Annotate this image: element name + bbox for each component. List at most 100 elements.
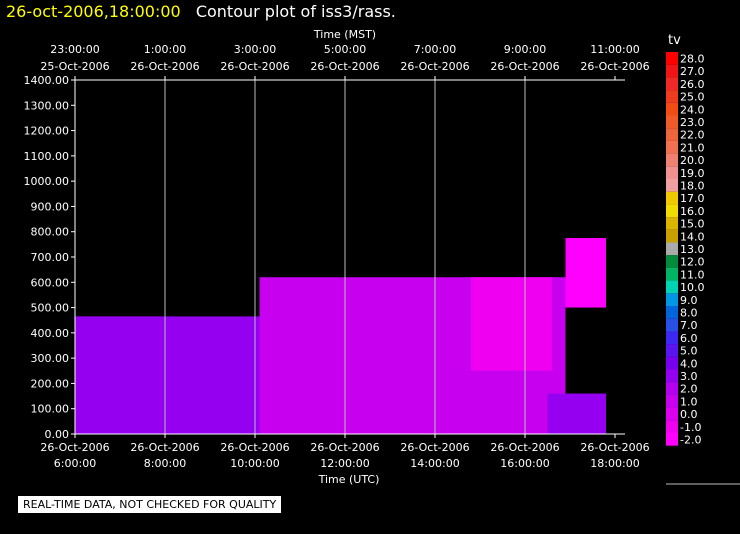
legend-swatch	[666, 242, 678, 256]
y-tick-label: 100.00	[31, 403, 70, 416]
x-bottom-tick-date: 26-Oct-2006	[220, 441, 289, 454]
legend-label: -1.0	[680, 421, 701, 434]
x-top-axis-title: Time (MST)	[313, 28, 376, 41]
legend-swatch	[666, 407, 678, 421]
legend-swatch	[666, 90, 678, 103]
x-bottom-tick-date: 26-Oct-2006	[310, 441, 379, 454]
legend-label: 4.0	[680, 357, 698, 370]
y-tick-label: 400.00	[31, 327, 70, 340]
x-top-tick-date: 26-Oct-2006	[130, 60, 199, 73]
y-tick-label: 200.00	[31, 377, 70, 390]
legend-swatch	[666, 306, 678, 319]
x-bottom-tick-time: 12:00:00	[320, 457, 369, 470]
x-bottom-axis-title: Time (UTC)	[318, 473, 380, 486]
legend-label: 27.0	[680, 65, 705, 78]
legend-label: 15.0	[680, 218, 705, 231]
y-tick-label: 500.00	[31, 302, 70, 315]
y-tick-label: 0.00	[45, 428, 70, 441]
y-tick-label: 300.00	[31, 352, 70, 365]
x-top-tick-date: 26-Oct-2006	[400, 60, 469, 73]
legend-label: 17.0	[680, 192, 705, 205]
legend-label: 12.0	[680, 256, 705, 269]
contour-region-6	[565, 238, 606, 308]
legend-swatch	[666, 331, 678, 345]
y-tick-label: 800.00	[31, 226, 70, 239]
legend-label: 2.0	[680, 383, 698, 396]
legend-label: 21.0	[680, 141, 705, 154]
legend-label: 3.0	[680, 370, 698, 383]
x-bottom-tick-time: 8:00:00	[144, 457, 186, 470]
legend-label: 7.0	[680, 319, 698, 332]
legend-label: 9.0	[680, 294, 698, 307]
legend-label: 14.0	[680, 230, 705, 243]
legend-label: 26.0	[680, 78, 705, 91]
legend-label: 24.0	[680, 103, 705, 116]
legend-label: 6.0	[680, 332, 698, 345]
legend-swatch	[666, 255, 678, 268]
x-top-tick-time: 7:00:00	[414, 43, 456, 56]
x-top-tick-date: 25-Oct-2006	[40, 60, 109, 73]
contour-region-4	[471, 277, 552, 371]
x-bottom-tick-date: 26-Oct-2006	[490, 441, 559, 454]
legend-swatch	[666, 77, 678, 91]
legend-swatch	[666, 229, 678, 243]
legend-swatch	[666, 280, 678, 294]
legend-label: 10.0	[680, 281, 705, 294]
legend-label: 0.0	[680, 408, 698, 421]
x-bottom-tick-date: 26-Oct-2006	[130, 441, 199, 454]
x-bottom-tick-time: 18:00:00	[590, 457, 639, 470]
legend-label: 25.0	[680, 91, 705, 104]
y-tick-label: 1300.00	[24, 99, 70, 112]
y-tick-label: 1100.00	[24, 150, 70, 163]
legend-swatch	[666, 318, 678, 332]
legend-swatch	[666, 140, 678, 154]
legend-swatch	[666, 293, 678, 306]
y-tick-label: 1400.00	[24, 74, 70, 87]
legend-label: 8.0	[680, 307, 698, 320]
x-bottom-tick-time: 16:00:00	[500, 457, 549, 470]
x-top-tick-time: 23:00:00	[50, 43, 99, 56]
legend-swatch	[666, 179, 678, 192]
x-top-tick-date: 26-Oct-2006	[220, 60, 289, 73]
legend-label: 11.0	[680, 268, 705, 281]
legend-swatch	[666, 369, 678, 383]
legend-swatch	[666, 344, 678, 357]
quality-note: REAL-TIME DATA, NOT CHECKED FOR QUALITY	[18, 496, 282, 513]
legend-label: 23.0	[680, 116, 705, 129]
legend-swatch	[666, 217, 678, 230]
legend-label: 22.0	[680, 129, 705, 142]
x-top-tick-date: 26-Oct-2006	[310, 60, 379, 73]
x-top-tick-time: 1:00:00	[144, 43, 186, 56]
legend-swatch	[666, 382, 678, 395]
legend-swatch	[666, 420, 678, 433]
x-top-tick-date: 26-Oct-2006	[490, 60, 559, 73]
legend-swatch	[666, 52, 678, 65]
x-bottom-tick-time: 14:00:00	[410, 457, 459, 470]
y-tick-label: 1200.00	[24, 125, 70, 138]
legend-label: 13.0	[680, 243, 705, 256]
x-top-tick-time: 11:00:00	[590, 43, 639, 56]
contour-chart: Time (MST) Time (UTC) tv 0.00 100.00 200.0…	[24, 28, 740, 486]
legend-swatch	[666, 433, 678, 446]
legend-swatch	[666, 64, 678, 78]
legend-swatch	[666, 356, 678, 370]
legend-label: 5.0	[680, 345, 698, 358]
legend-swatch	[666, 394, 678, 408]
legend-swatch	[666, 166, 678, 179]
y-tick-label: 600.00	[31, 276, 70, 289]
x-bottom-tick-time: 6:00:00	[54, 457, 96, 470]
y-tick-label: 900.00	[31, 200, 70, 213]
x-top-tick-date: 26-Oct-2006	[580, 60, 649, 73]
legend-label: 19.0	[680, 167, 705, 180]
legend-swatch	[666, 102, 678, 116]
legend-label: -2.0	[680, 434, 701, 447]
legend-label: 16.0	[680, 205, 705, 218]
x-top-tick-time: 3:00:00	[234, 43, 276, 56]
x-top-tick-time: 5:00:00	[324, 43, 366, 56]
legend-label: 1.0	[680, 395, 698, 408]
contour-regions	[75, 238, 606, 434]
x-top-tick-time: 9:00:00	[504, 43, 546, 56]
legend-swatch	[666, 204, 678, 218]
legend-label: 18.0	[680, 180, 705, 193]
contour-region-2	[75, 316, 282, 434]
